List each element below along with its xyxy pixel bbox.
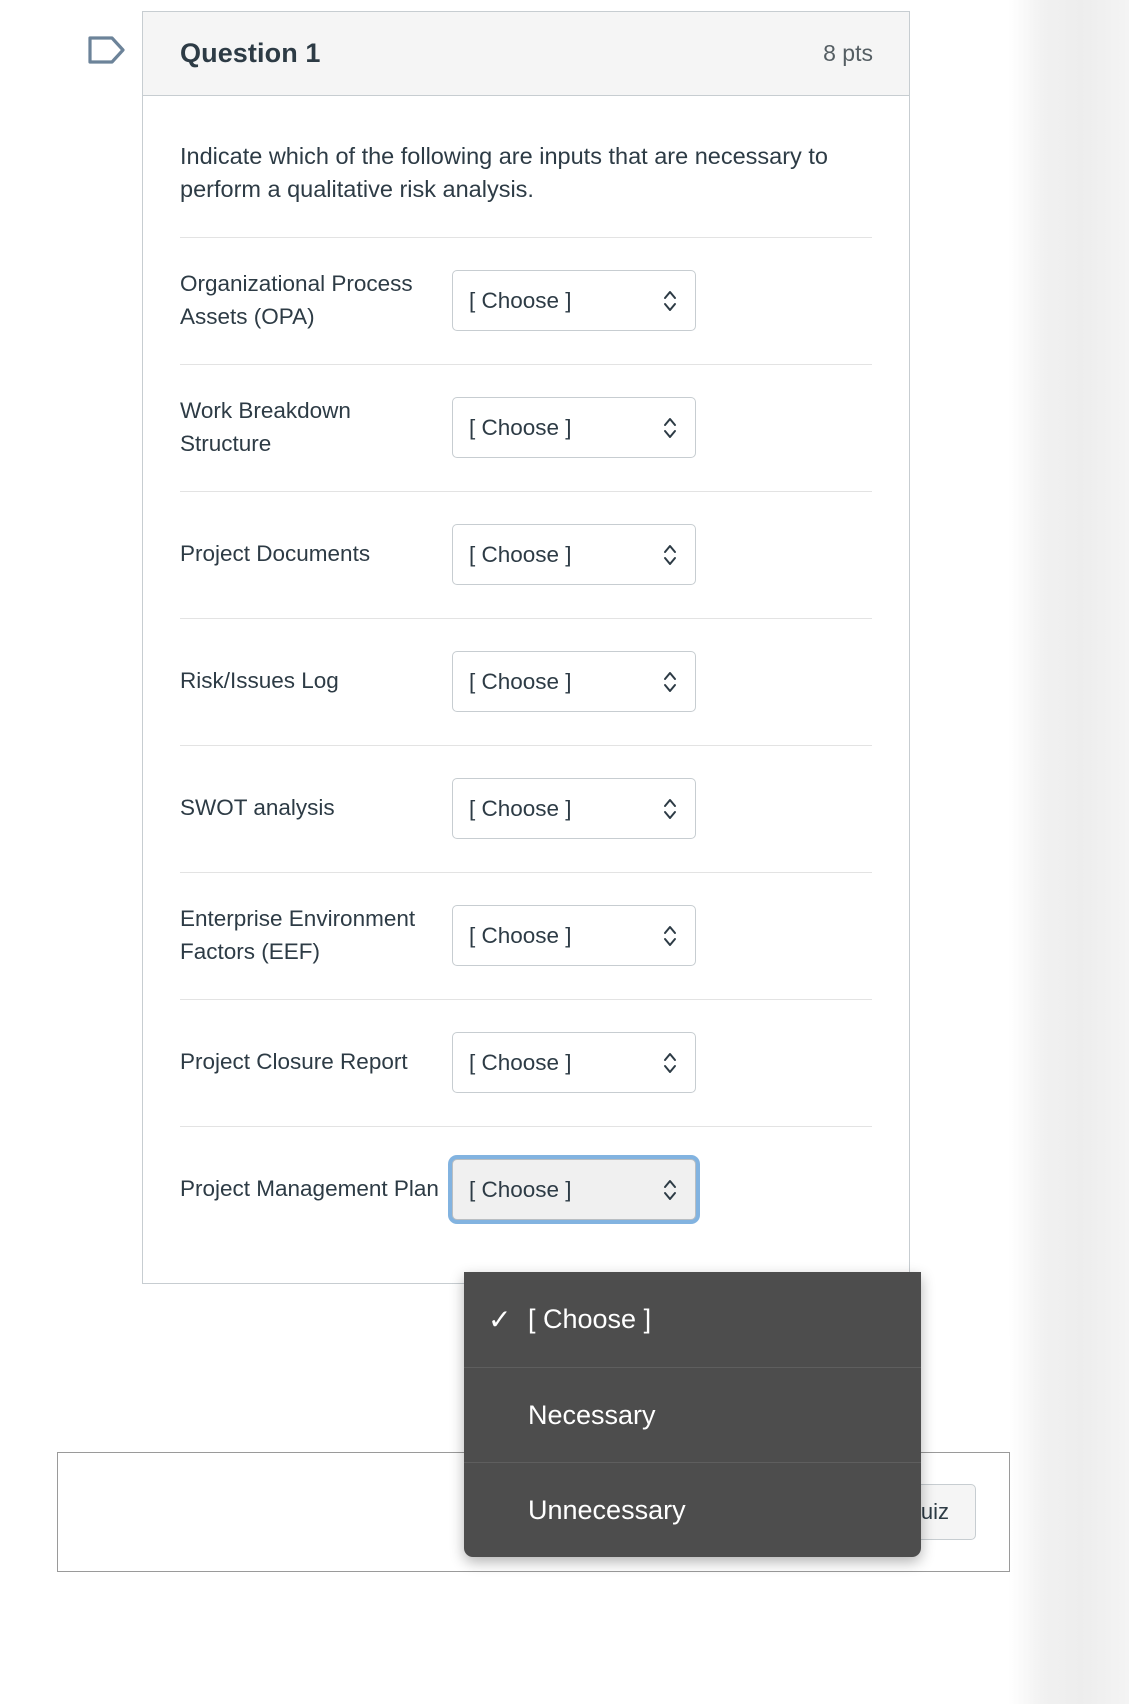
page-left-margin xyxy=(0,0,57,1704)
match-row-select-wrap: [ Choose ] xyxy=(452,905,696,967)
match-row-select-wrap: [ Choose ] xyxy=(452,1159,696,1221)
select-option-label: [ Choose ] xyxy=(528,1304,652,1334)
select-option-unnecessary[interactable]: ✓ Unnecessary xyxy=(464,1462,921,1557)
match-select-value: [ Choose ] xyxy=(469,1176,572,1202)
match-row: SWOT analysis [ Choose ] xyxy=(180,744,872,872)
page-right-margin xyxy=(1008,0,1129,1704)
checkmark-placeholder: ✓ xyxy=(488,1401,528,1429)
match-select-focused[interactable]: [ Choose ] xyxy=(452,1159,696,1221)
match-select[interactable]: [ Choose ] xyxy=(452,1032,696,1094)
match-select-value: [ Choose ] xyxy=(469,414,572,440)
match-row: Project Closure Report [ Choose ] xyxy=(180,998,872,1126)
question-header: Question 1 8 pts xyxy=(143,12,909,96)
match-select-value: [ Choose ] xyxy=(469,1049,572,1075)
up-down-chevron-icon xyxy=(664,1179,676,1200)
match-select[interactable]: [ Choose ] xyxy=(452,397,696,459)
up-down-chevron-icon xyxy=(664,798,676,819)
match-row: Enterprise Environment Factors (EEF) [ C… xyxy=(180,871,872,999)
match-row: Organizational Process Assets (OPA) [ Ch… xyxy=(180,236,872,364)
up-down-chevron-icon xyxy=(664,925,676,946)
question-flag-icon[interactable] xyxy=(86,28,128,72)
match-row-label: Project Documents xyxy=(180,541,371,567)
match-row-select-wrap: [ Choose ] xyxy=(452,778,696,840)
up-down-chevron-icon xyxy=(664,290,676,311)
question-points: 8 pts xyxy=(823,40,873,66)
select-dropdown-menu: ✓ [ Choose ] ✓ Necessary ✓ Unnecessary xyxy=(464,1272,921,1557)
match-select[interactable]: [ Choose ] xyxy=(452,524,696,586)
match-row-label: Risk/Issues Log xyxy=(180,668,339,694)
match-select[interactable]: [ Choose ] xyxy=(452,270,696,332)
match-select-value: [ Choose ] xyxy=(469,668,572,694)
up-down-chevron-icon xyxy=(664,671,676,692)
match-row-select-wrap: [ Choose ] xyxy=(452,270,696,332)
up-down-chevron-icon xyxy=(664,1052,676,1073)
match-row-label: Enterprise Environment Factors (EEF) xyxy=(180,906,416,964)
question-card: Question 1 8 pts Indicate which of the f… xyxy=(142,11,910,1284)
match-row: Project Management Plan [ Choose ] xyxy=(180,1125,872,1253)
up-down-chevron-icon xyxy=(664,544,676,565)
match-row-label: Project Management Plan xyxy=(180,1176,439,1202)
match-row-label: Work Breakdown Structure xyxy=(180,398,351,456)
question-title: Question 1 xyxy=(180,38,321,68)
match-row: Project Documents [ Choose ] xyxy=(180,490,872,618)
up-down-chevron-icon xyxy=(664,417,676,438)
match-row: Risk/Issues Log [ Choose ] xyxy=(180,617,872,745)
select-option-label: Necessary xyxy=(528,1399,656,1430)
checkmark-placeholder: ✓ xyxy=(488,1496,528,1524)
match-select[interactable]: [ Choose ] xyxy=(452,905,696,967)
match-row-select-wrap: [ Choose ] xyxy=(452,524,696,586)
match-row: Work Breakdown Structure [ Choose ] xyxy=(180,363,872,491)
select-option-choose[interactable]: ✓ [ Choose ] xyxy=(464,1272,921,1367)
select-option-label: Unnecessary xyxy=(528,1494,686,1525)
select-option-necessary[interactable]: ✓ Necessary xyxy=(464,1367,921,1462)
match-row-select-wrap: [ Choose ] xyxy=(452,1032,696,1094)
match-select[interactable]: [ Choose ] xyxy=(452,778,696,840)
match-select-value: [ Choose ] xyxy=(469,922,572,948)
match-row-select-wrap: [ Choose ] xyxy=(452,397,696,459)
match-select-value: [ Choose ] xyxy=(469,795,572,821)
match-select[interactable]: [ Choose ] xyxy=(452,651,696,713)
question-prompt: Indicate which of the following are inpu… xyxy=(180,143,828,203)
match-row-label: SWOT analysis xyxy=(180,795,335,821)
question-body: Indicate which of the following are inpu… xyxy=(143,96,909,1283)
match-row-label: Organizational Process Assets (OPA) xyxy=(180,271,413,329)
match-select-value: [ Choose ] xyxy=(469,541,572,567)
match-row-select-wrap: [ Choose ] xyxy=(452,651,696,713)
match-row-label: Project Closure Report xyxy=(180,1049,408,1075)
checkmark-icon: ✓ xyxy=(488,1303,512,1335)
match-select-value: [ Choose ] xyxy=(469,287,572,313)
